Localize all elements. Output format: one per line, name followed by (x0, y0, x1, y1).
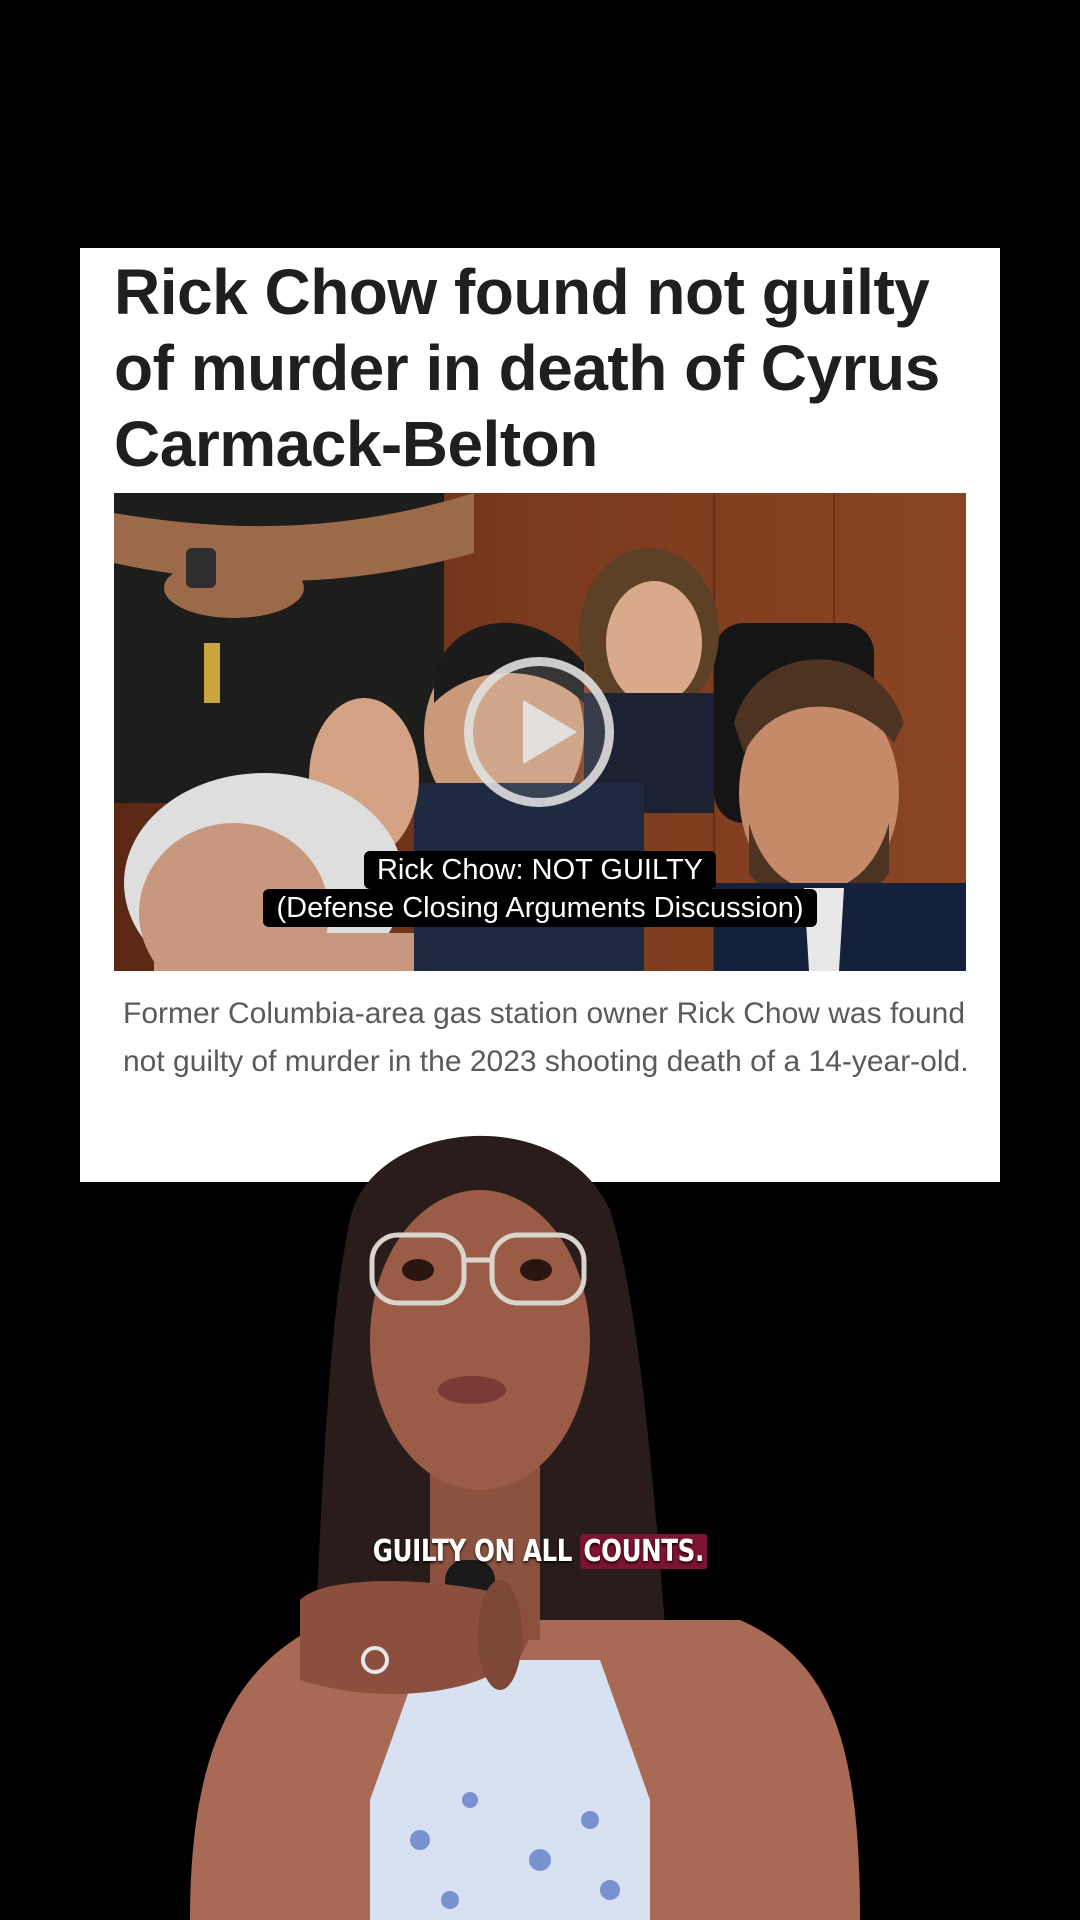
video-caption: Rick Chow: NOT GUILTY (Defense Closing A… (114, 851, 966, 927)
play-icon (523, 700, 577, 764)
play-button[interactable] (464, 657, 614, 807)
article-headline: Rick Chow found not guilty of murder in … (114, 256, 940, 480)
subtitle-highlighted-word: COUNTS. (580, 1534, 708, 1569)
video-thumbnail[interactable]: Rick Chow: NOT GUILTY (Defense Closing A… (114, 493, 966, 971)
news-article-card: Rick Chow found not guilty of murder in … (80, 248, 1000, 1182)
caption-line-2: (Defense Closing Arguments Discussion) (263, 889, 817, 927)
video-frame: Rick Chow found not guilty of murder in … (0, 0, 1080, 1920)
speech-subtitle: GUILTY ON ALL COUNTS. (97, 1532, 983, 1572)
subtitle-text: GUILTY ON ALL (372, 1534, 573, 1569)
presenter-person (190, 1135, 860, 1920)
caption-line-1: Rick Chow: NOT GUILTY (363, 851, 717, 889)
article-summary: Former Columbia-area gas station owner R… (123, 997, 969, 1078)
presenter-video (0, 1100, 1080, 1920)
